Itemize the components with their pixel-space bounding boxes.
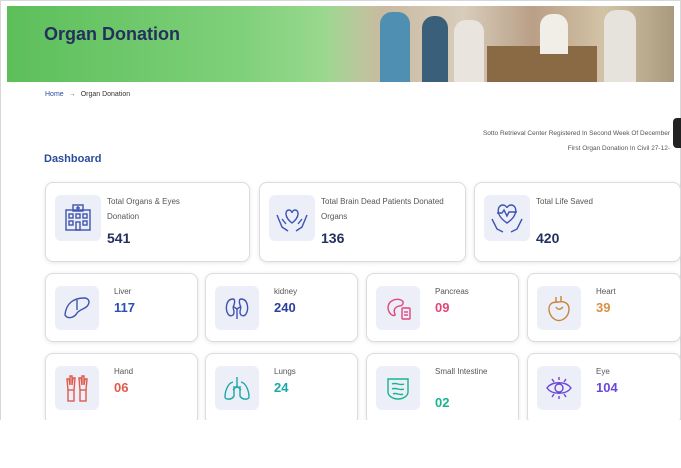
heart-pulse-hands-icon xyxy=(484,195,530,241)
summary-card-life-saved: Total Life Saved 420 xyxy=(474,182,681,262)
organ-card-pancreas: Pancreas 09 xyxy=(366,273,519,342)
organ-card-lungs: Lungs 24 xyxy=(205,353,358,425)
banner-photo xyxy=(322,6,674,82)
card-label: Liver xyxy=(114,287,132,296)
organ-card-heart: Heart 39 xyxy=(527,273,681,342)
breadcrumb: Home → Organ Donation xyxy=(45,91,130,98)
card-value: 39 xyxy=(596,300,611,315)
lungs-icon xyxy=(215,366,259,410)
card-value: 420 xyxy=(536,230,560,246)
banner-person xyxy=(380,12,410,82)
card-label: Lungs xyxy=(274,367,296,376)
summary-card-total-organs: Total Organs & Eyes Donation 541 xyxy=(45,182,250,262)
card-value: 09 xyxy=(435,300,450,315)
news-ticker-line: Sotto Retrieval Center Registered In Sec… xyxy=(482,130,670,137)
header-banner: Organ Donation xyxy=(7,6,674,82)
news-ticker-line: First Organ Donation In Civil 27-12- xyxy=(567,145,670,152)
banner-person xyxy=(604,10,636,82)
card-value: 541 xyxy=(107,230,131,246)
pancreas-icon xyxy=(376,286,420,330)
organ-card-kidney: kidney 240 xyxy=(205,273,358,342)
card-value: 24 xyxy=(274,380,289,395)
side-tab[interactable] xyxy=(673,118,681,148)
card-label: Pancreas xyxy=(435,287,469,296)
breadcrumb-home-link[interactable]: Home xyxy=(45,91,64,98)
card-value: 06 xyxy=(114,380,129,395)
page-title: Organ Donation xyxy=(44,24,180,44)
card-label: Total Life Saved xyxy=(536,197,593,206)
card-value: 117 xyxy=(114,300,135,315)
hand-icon xyxy=(55,366,99,410)
heart-organ-icon xyxy=(537,286,581,330)
card-value: 240 xyxy=(274,300,296,315)
card-value: 136 xyxy=(321,230,345,246)
banner-person xyxy=(540,14,568,54)
summary-card-brain-dead: Total Brain Dead Patients Donated Organs… xyxy=(259,182,466,262)
eye-icon xyxy=(537,366,581,410)
organ-card-small-intestine: Small Intestine 02 xyxy=(366,353,519,425)
dashboard-title: Dashboard xyxy=(44,153,102,165)
organ-card-liver: Liver 117 xyxy=(45,273,198,342)
card-label: Eye xyxy=(596,367,610,376)
liver-icon xyxy=(55,286,99,330)
bottom-whitespace xyxy=(0,420,681,468)
banner-person xyxy=(422,16,448,82)
card-label: Total Organs & Eyes Donation xyxy=(107,197,180,221)
breadcrumb-separator: → xyxy=(68,91,76,98)
breadcrumb-current: Organ Donation xyxy=(80,91,131,98)
hospital-icon xyxy=(55,195,101,241)
organ-card-hand: Hand 06 xyxy=(45,353,198,425)
card-label: Heart xyxy=(596,287,616,296)
card-label: Total Brain Dead Patients Donated Organs xyxy=(321,197,444,221)
card-label: kidney xyxy=(274,287,298,296)
card-value: 02 xyxy=(435,395,450,410)
card-label: Small Intestine xyxy=(435,367,488,376)
banner-person xyxy=(454,20,484,82)
card-label: Hand xyxy=(114,367,134,376)
kidney-icon xyxy=(215,286,259,330)
organ-card-eye: Eye 104 xyxy=(527,353,681,425)
intestine-icon xyxy=(376,366,420,410)
card-value: 104 xyxy=(596,380,618,395)
hands-heart-icon xyxy=(269,195,315,241)
